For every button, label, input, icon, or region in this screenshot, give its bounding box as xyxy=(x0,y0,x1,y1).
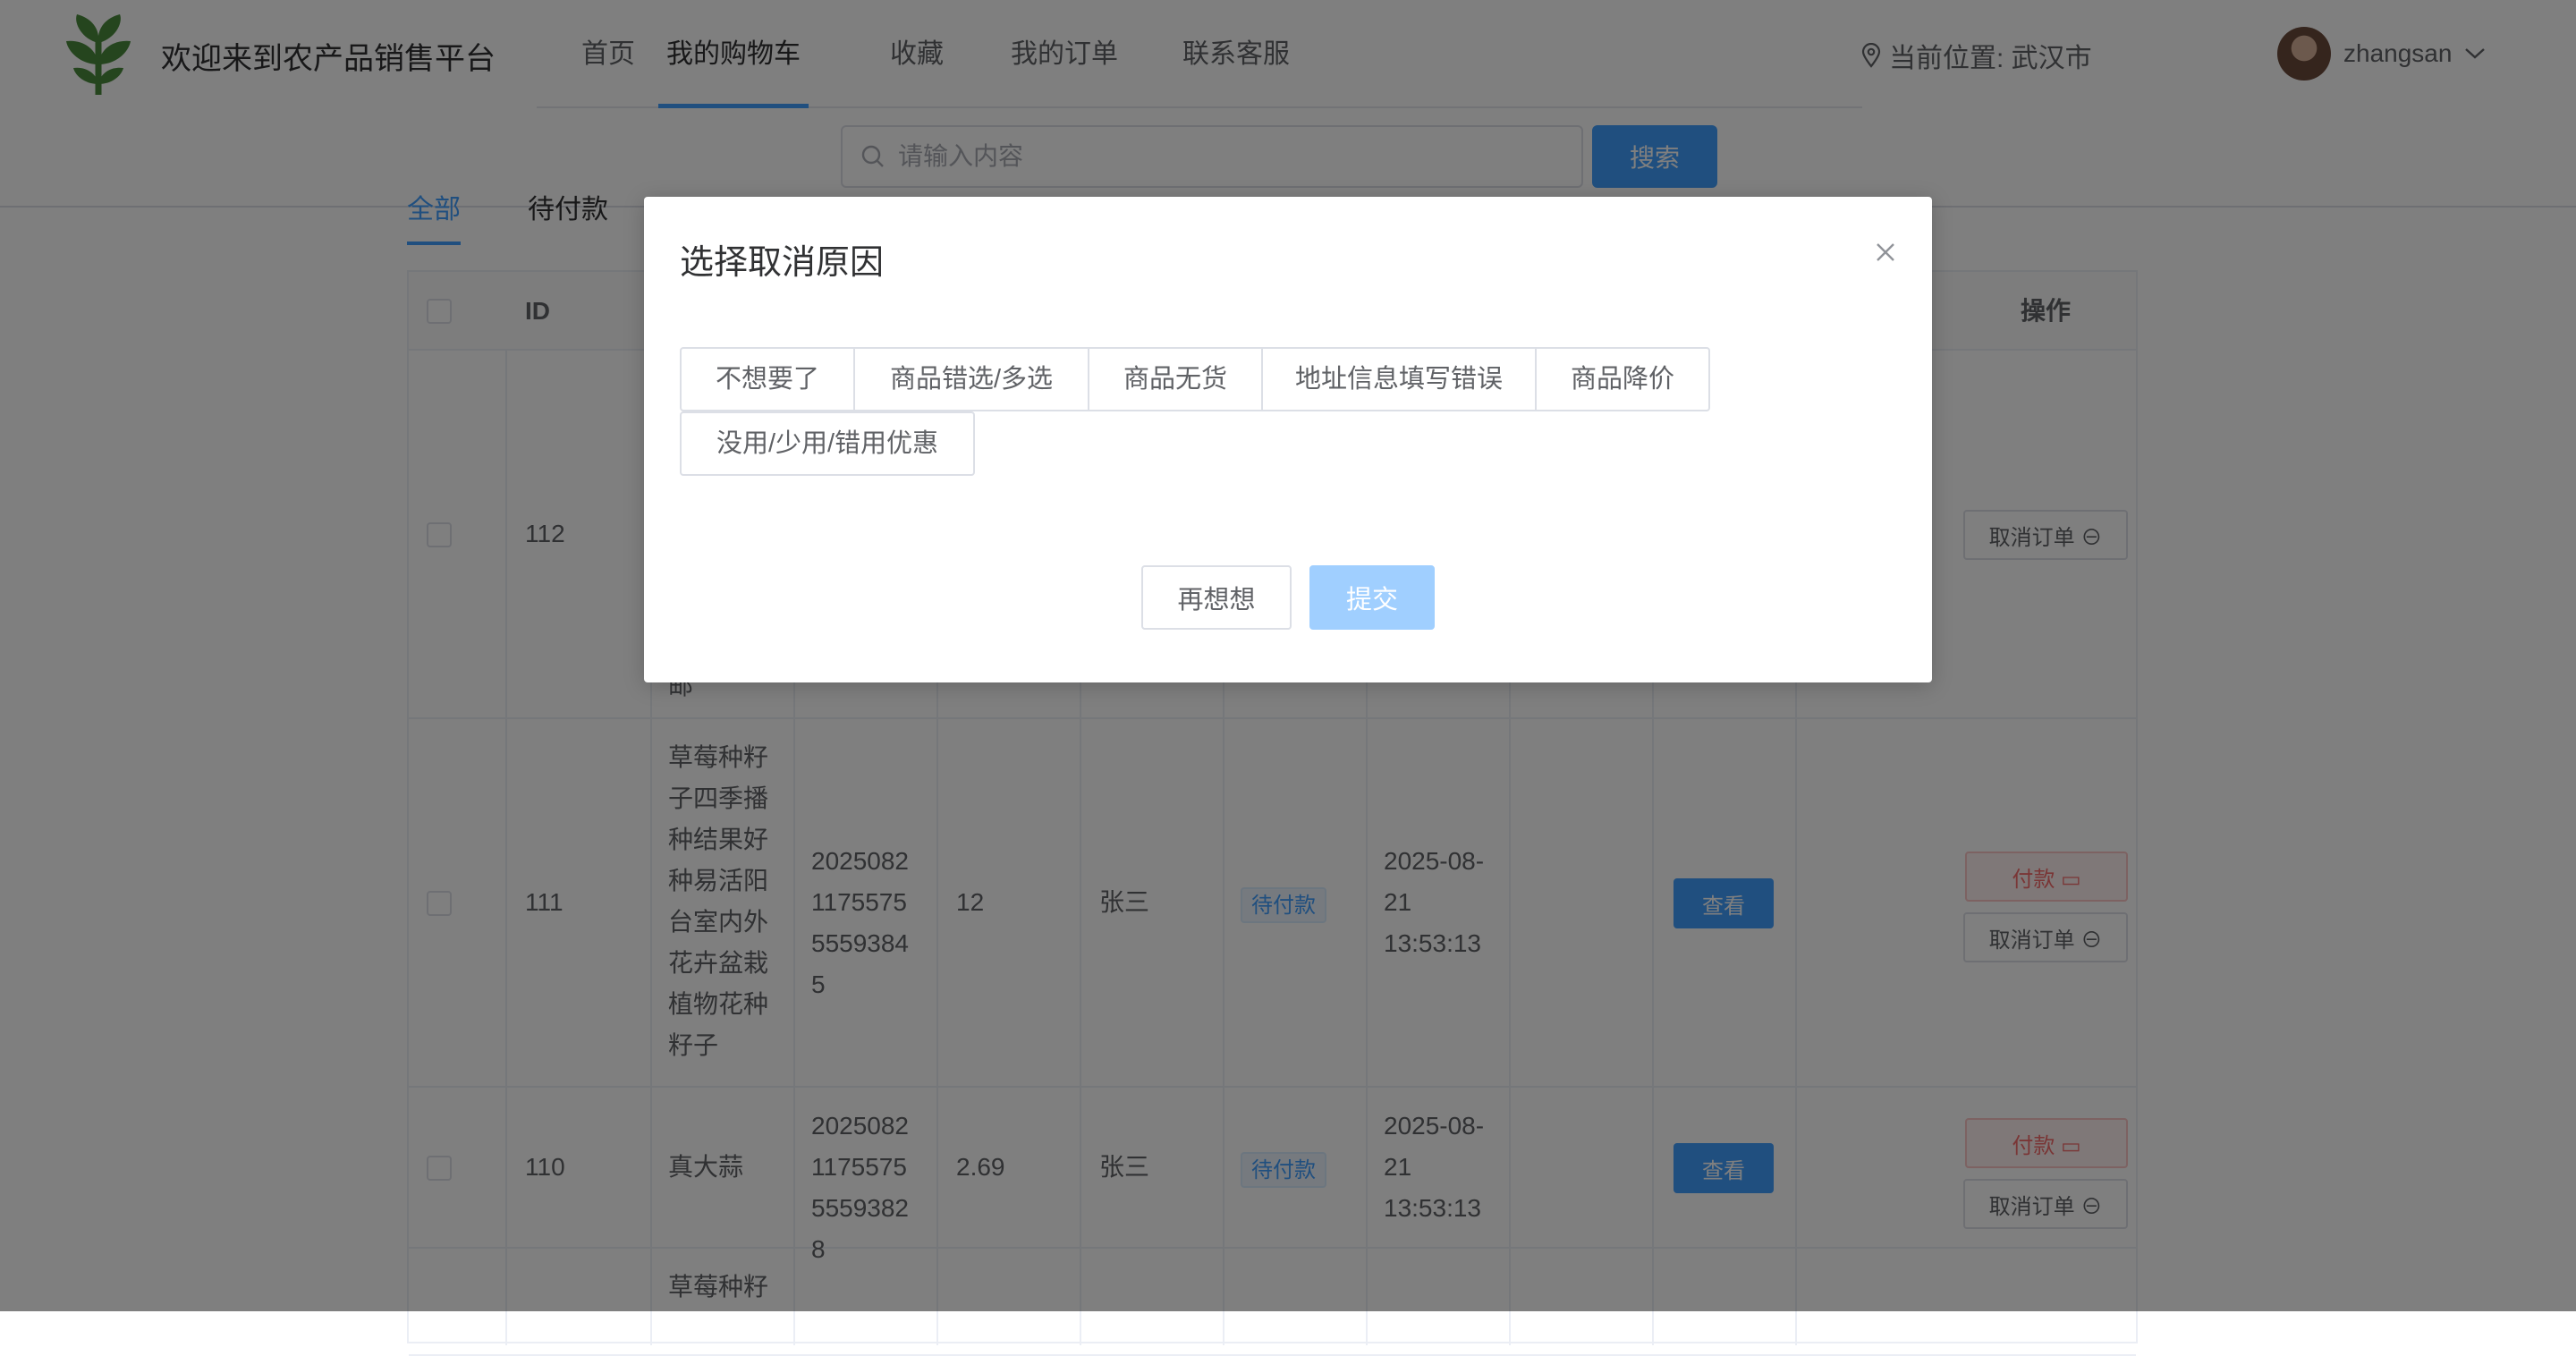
reason-option[interactable]: 地址信息填写错误 xyxy=(1261,347,1537,411)
dialog-title: 选择取消原因 xyxy=(680,244,885,282)
rethink-button[interactable]: 再想想 xyxy=(1141,565,1292,630)
close-icon[interactable] xyxy=(1869,236,1902,268)
reason-option[interactable]: 商品降价 xyxy=(1535,347,1710,411)
cancel-reason-dialog: 选择取消原因 不想要了 商品错选/多选 商品无货 地址信息填写错误 商品降价 没… xyxy=(644,197,1932,682)
reason-option[interactable]: 没用/少用/错用优惠 xyxy=(680,411,975,476)
reason-option[interactable]: 商品无货 xyxy=(1088,347,1263,411)
reason-option[interactable]: 不想要了 xyxy=(680,347,855,411)
submit-button[interactable]: 提交 xyxy=(1309,565,1435,630)
reason-option[interactable]: 商品错选/多选 xyxy=(853,347,1089,411)
